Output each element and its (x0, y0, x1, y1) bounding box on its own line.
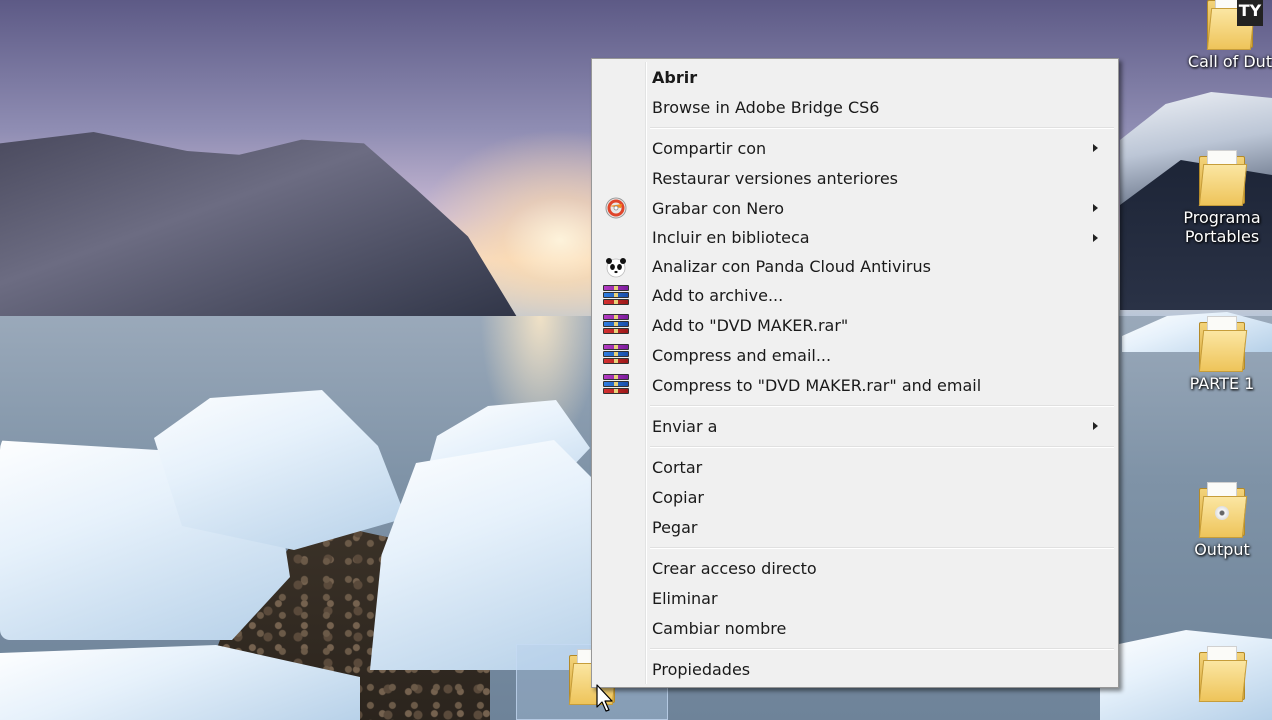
menu-item-label: Compartir con (652, 138, 767, 158)
menu-item-label: Abrir (652, 67, 698, 87)
menu-item-pegar[interactable]: Pegar (594, 512, 1116, 542)
submenu-arrow-icon (1093, 422, 1098, 430)
menu-item-label: Add to "DVD MAKER.rar" (652, 315, 849, 335)
disc-icon (1215, 506, 1229, 520)
desktop-icon-output[interactable]: Output (1172, 482, 1272, 559)
folder-icon (1198, 646, 1248, 702)
menu-item-eliminar[interactable]: Eliminar (594, 583, 1116, 613)
menu-separator (650, 643, 1114, 654)
menu-item-label: Enviar a (652, 416, 718, 436)
winrar-icon (602, 313, 630, 337)
panda-icon (602, 255, 630, 279)
game-badge-icon: TY (1237, 0, 1263, 26)
menu-item-abrir[interactable]: Abrir (594, 62, 1116, 92)
menu-item-copiar[interactable]: Copiar (594, 482, 1116, 512)
nero-icon (602, 196, 630, 220)
menu-item-label: Pegar (652, 517, 698, 537)
menu-item-label: Grabar con Nero (652, 198, 785, 218)
winrar-icon (602, 284, 630, 308)
menu-item-label: Restaurar versiones anteriores (652, 168, 898, 188)
menu-item-grabar-con-nero[interactable]: Grabar con Nero (594, 193, 1116, 223)
desktop-icon-label: PARTE 1 (1189, 374, 1255, 393)
desktop-icon-label: Call of Dut (1187, 52, 1272, 71)
menu-separator (650, 400, 1114, 411)
folder-icon (1198, 150, 1248, 206)
menu-item-label: Compress to "DVD MAKER.rar" and email (652, 375, 982, 395)
menu-item-browse-in-bridge[interactable]: Browse in Adobe Bridge CS6 (594, 92, 1116, 122)
menu-item-label: Propiedades (652, 659, 751, 679)
desktop-icon-partial[interactable] (1172, 646, 1272, 704)
submenu-arrow-icon (1093, 233, 1098, 242)
submenu-arrow-icon (1093, 144, 1098, 152)
menu-item-cortar[interactable]: Cortar (594, 452, 1116, 482)
menu-item-analizar-panda[interactable]: Analizar con Panda Cloud Antivirus (594, 252, 1116, 281)
menu-item-label: Cambiar nombre (652, 618, 787, 638)
menu-separator (650, 441, 1114, 452)
desktop-icon-label: Programa Portables (1183, 208, 1261, 246)
menu-item-compartir-con[interactable]: Compartir con (594, 133, 1116, 163)
menu-item-incluir-en-biblioteca[interactable]: Incluir en biblioteca (594, 223, 1116, 252)
menu-item-compress-and-email[interactable]: Compress and email... (594, 340, 1116, 370)
menu-item-label: Incluir en biblioteca (652, 228, 810, 247)
menu-item-label: Browse in Adobe Bridge CS6 (652, 97, 880, 117)
desktop-icon-programa-portables[interactable]: Programa Portables (1172, 150, 1272, 246)
menu-item-add-to-rar[interactable]: Add to "DVD MAKER.rar" (594, 310, 1116, 340)
menu-item-propiedades[interactable]: Propiedades (594, 654, 1116, 684)
winrar-icon (602, 343, 630, 367)
menu-item-label: Add to archive... (652, 286, 784, 305)
desktop-icon-label: Output (1194, 540, 1250, 559)
folder-icon (1198, 316, 1248, 372)
menu-item-add-to-archive[interactable]: Add to archive... (594, 281, 1116, 310)
folder-icon: TY (1206, 0, 1263, 50)
desktop-icon-parte-1[interactable]: PARTE 1 (1172, 316, 1272, 393)
winrar-icon (602, 373, 630, 397)
menu-item-label: Cortar (652, 457, 703, 477)
menu-item-restaurar-versiones[interactable]: Restaurar versiones anteriores (594, 163, 1116, 193)
menu-item-label: Eliminar (652, 588, 718, 608)
menu-item-label: Compress and email... (652, 345, 832, 365)
menu-item-compress-to-rar-and-email[interactable]: Compress to "DVD MAKER.rar" and email (594, 370, 1116, 400)
submenu-arrow-icon (1093, 204, 1098, 212)
menu-item-cambiar-nombre[interactable]: Cambiar nombre (594, 613, 1116, 643)
desktop-icon-call-of-duty[interactable]: TY Call of Dut (1180, 0, 1272, 71)
menu-item-enviar-a[interactable]: Enviar a (594, 411, 1116, 441)
menu-separator (650, 122, 1114, 133)
menu-item-crear-acceso-directo[interactable]: Crear acceso directo (594, 553, 1116, 583)
context-menu: Abrir Browse in Adobe Bridge CS6 Compart… (591, 58, 1119, 688)
menu-item-label: Copiar (652, 487, 704, 507)
menu-item-label: Crear acceso directo (652, 558, 817, 578)
folder-icon (1198, 482, 1248, 538)
menu-separator (650, 542, 1114, 553)
menu-item-label: Analizar con Panda Cloud Antivirus (652, 257, 931, 276)
